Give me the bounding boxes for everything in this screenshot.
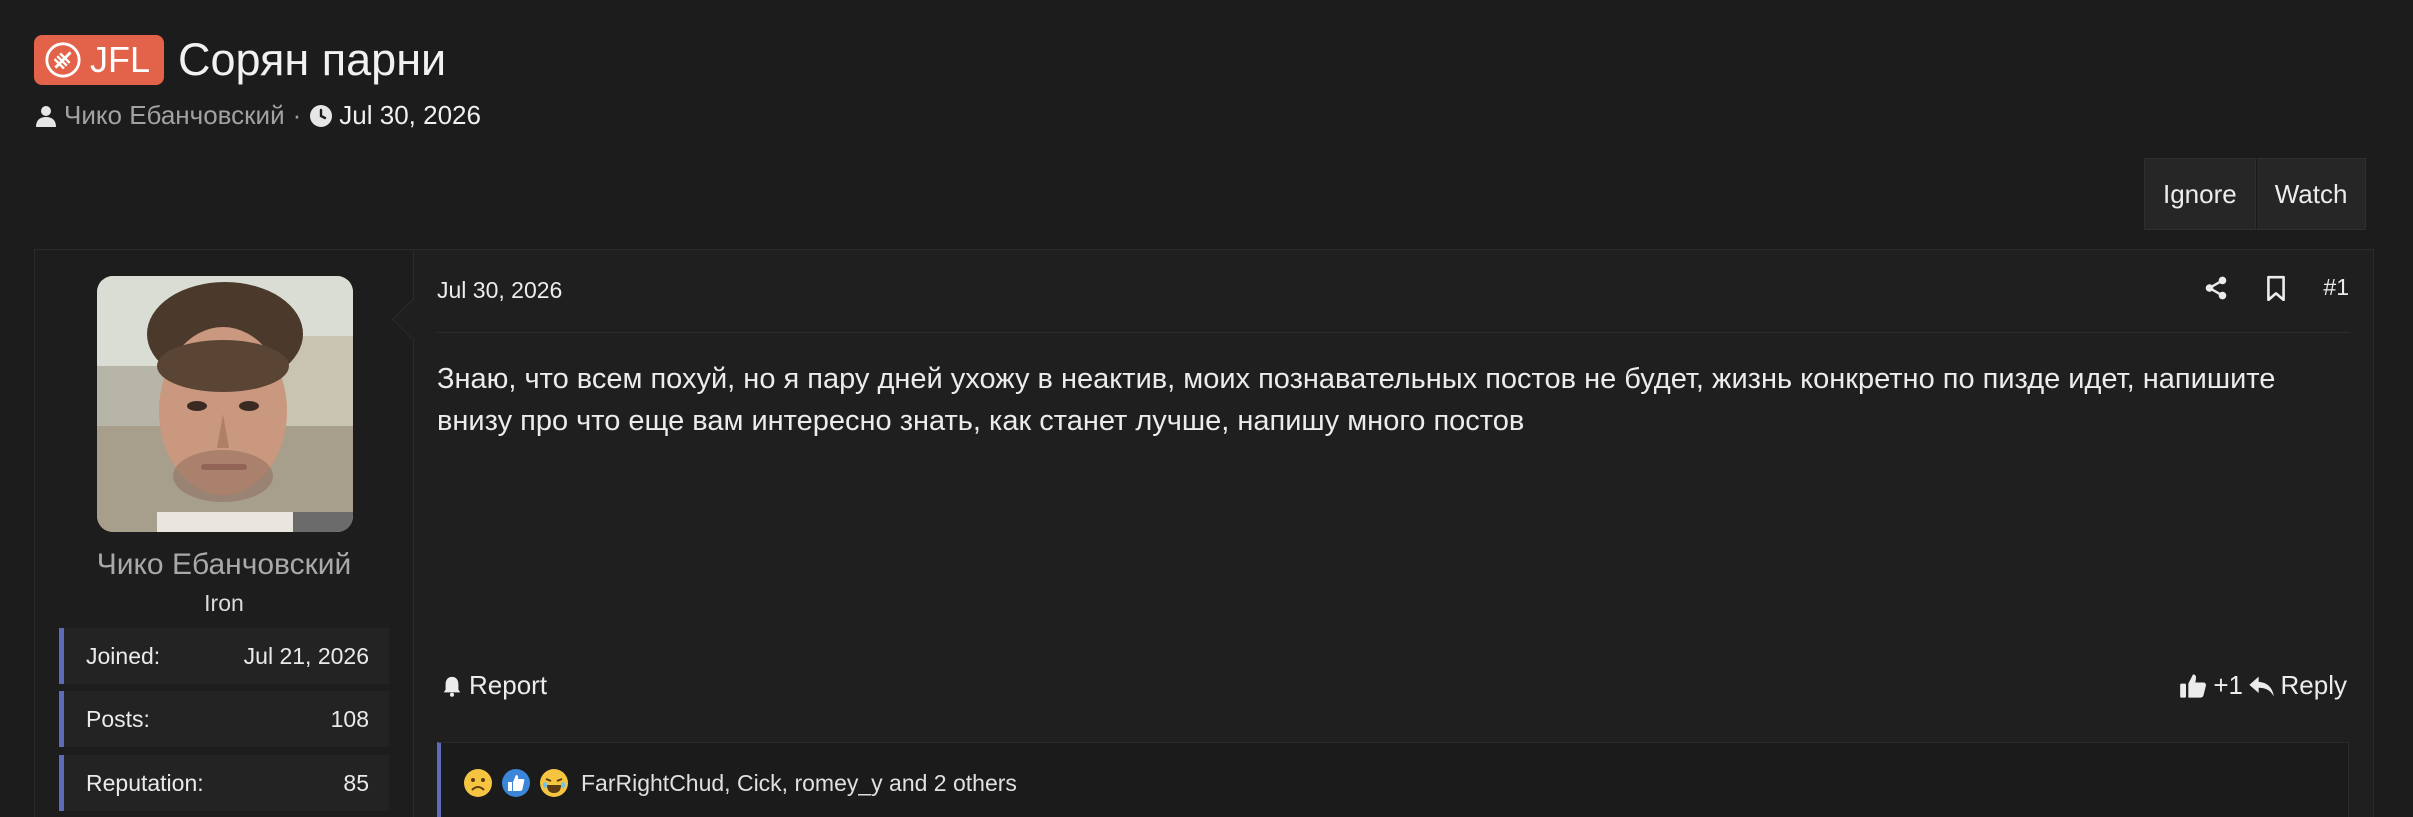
thread-title-row: JFL Сорян парни [34, 34, 446, 86]
bookmark-icon[interactable] [2263, 275, 2289, 301]
username-link[interactable]: Чико Ебанчовский [35, 548, 413, 582]
thread-date-link[interactable]: Jul 30, 2026 [339, 100, 481, 131]
thumbs-up-icon [501, 768, 531, 798]
header-divider [437, 332, 2349, 333]
report-label: Report [469, 670, 548, 700]
like-label: +1 [2213, 670, 2243, 700]
user-title: Iron [204, 590, 244, 616]
avatar[interactable] [97, 276, 353, 532]
watch-button[interactable]: Watch [2255, 158, 2367, 230]
post-header-actions: #1 [2203, 274, 2349, 301]
thread-prefix-badge[interactable]: JFL [34, 35, 165, 85]
reactions-bar[interactable]: FarRightChud, Cick, romey_y and 2 others [437, 742, 2349, 817]
reaction-users-link[interactable]: FarRightChud, Cick, romey_y and 2 others [581, 770, 1017, 797]
post-message: Чико Ебанчовский Iron Joined: Jul 21, 20… [34, 249, 2374, 817]
user-icon [36, 105, 56, 127]
report-button[interactable]: Report [441, 670, 547, 701]
post-content: Jul 30, 2026 #1 Знаю, что всем похуй, но… [413, 250, 2373, 817]
thread-actions: Ignore Watch [2144, 158, 2367, 230]
stat-value: Jul 21, 2026 [243, 642, 369, 669]
stat-value: 85 [343, 769, 369, 796]
like-button[interactable]: +1 [2179, 670, 2243, 701]
sad-face-icon [463, 768, 493, 798]
stat-joined: Joined: Jul 21, 2026 [59, 628, 389, 684]
bell-icon [443, 676, 461, 697]
meta-separator: · [292, 100, 302, 130]
dna-icon [45, 42, 81, 78]
stat-label: Joined: [86, 642, 161, 669]
reply-label: Reply [2280, 670, 2347, 700]
share-icon[interactable] [2203, 275, 2229, 301]
prefix-label: JFL [90, 39, 151, 80]
stat-label: Posts: [86, 705, 150, 732]
clock-icon [310, 104, 333, 127]
thread-meta: Чико Ебанчовский · Jul 30, 2026 [34, 100, 481, 131]
page-title: Сорян парни [178, 34, 447, 85]
post-user-panel: Чико Ебанчовский Iron Joined: Jul 21, 20… [35, 250, 414, 817]
thumbs-up-icon [2180, 673, 2207, 698]
thread-author-link[interactable]: Чико Ебанчовский [64, 100, 285, 131]
post-body: Знаю, что всем похуй, но я пару дней ухо… [437, 363, 2276, 437]
stat-label: Reputation: [86, 769, 204, 796]
ignore-button[interactable]: Ignore [2144, 158, 2256, 230]
laughing-face-icon [539, 768, 569, 798]
post-number-link[interactable]: #1 [2323, 274, 2349, 301]
reply-icon [2248, 676, 2274, 696]
thread-page: JFL Сорян парни Чико Ебанчовский · Jul 3… [0, 0, 2413, 817]
stat-reputation: Reputation: 85 [59, 755, 389, 811]
post-date-link[interactable]: Jul 30, 2026 [437, 277, 562, 304]
stat-posts: Posts: 108 [59, 691, 389, 747]
reply-button[interactable]: Reply [2247, 670, 2347, 701]
stat-value[interactable]: 108 [331, 706, 369, 733]
